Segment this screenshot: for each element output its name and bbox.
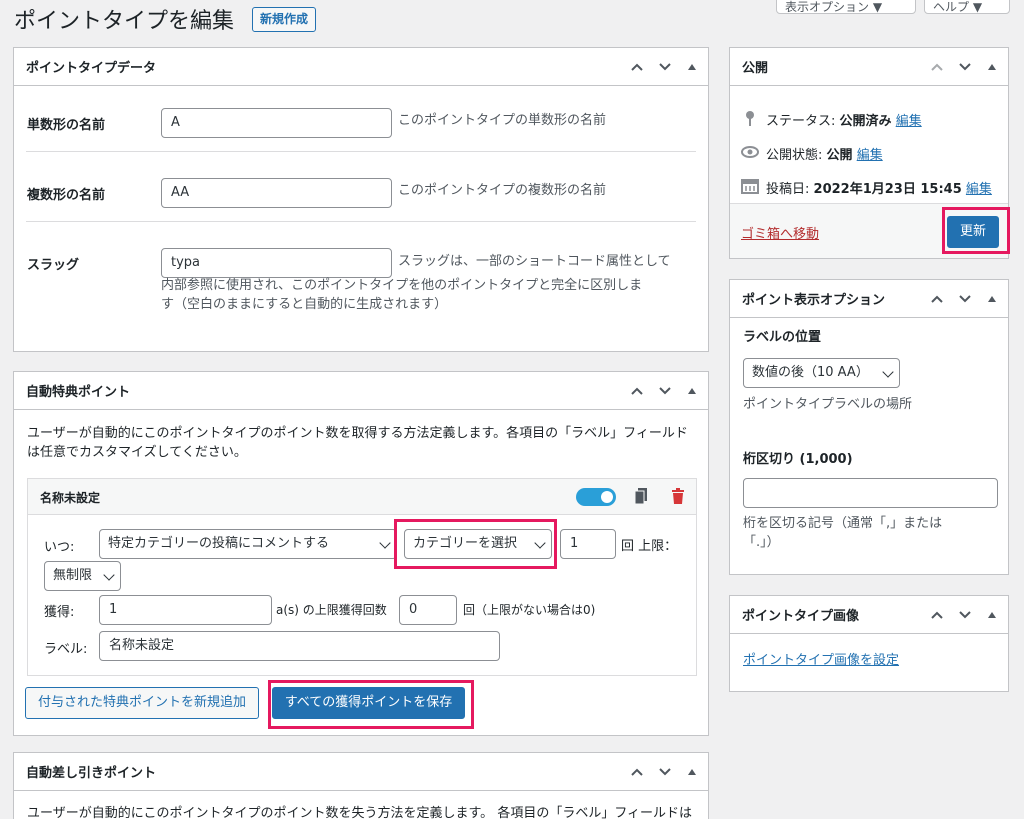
move-down-icon[interactable] bbox=[656, 763, 674, 781]
singular-label: 単数形の名前 bbox=[27, 118, 106, 133]
screen-options-button[interactable]: 表示オプション ▼ bbox=[776, 0, 916, 14]
when-select[interactable]: 特定カテゴリーの投稿にコメントする bbox=[99, 529, 397, 559]
slug-desc-line-1: スラッグは、一部のショートコード属性として bbox=[398, 254, 671, 269]
highlight-box bbox=[394, 519, 557, 569]
move-up-icon[interactable] bbox=[628, 58, 646, 76]
move-down-icon[interactable] bbox=[956, 58, 974, 76]
collapse-toggle-icon[interactable] bbox=[988, 295, 996, 302]
auto-award-desc-1: ユーザーが自動的にこのポイントタイプのポイント数を取得する方法定義します。各項目… bbox=[27, 426, 688, 441]
auto-award-desc-2: は任意でカスタマイズしてください。 bbox=[27, 445, 247, 460]
add-award-button[interactable]: 付与された特典ポイントを新規追加 bbox=[25, 687, 259, 719]
duplicate-icon[interactable] bbox=[634, 487, 648, 509]
times-suffix: 回 上限： bbox=[621, 539, 678, 554]
slug-input[interactable]: typa bbox=[161, 248, 392, 278]
slug-desc-line-2: 内部参照に使用され、このポイントタイプを他のポイントタイプと完全に区別しま bbox=[161, 278, 643, 293]
auto-deduct-desc: ユーザーが自動的にこのポイントタイプのポイント数を失う方法を定義します。 各項目… bbox=[27, 806, 693, 819]
panel-title: 自動差し引きポイント bbox=[26, 766, 157, 781]
move-down-icon[interactable] bbox=[956, 290, 974, 308]
separator-input[interactable] bbox=[743, 478, 998, 508]
display-options-panel: ポイント表示オプション ラベルの位置 数値の後（10 AA） ポイントタイプラベ… bbox=[729, 279, 1009, 575]
calendar-icon bbox=[741, 177, 759, 198]
visibility-edit-link[interactable]: 編集 bbox=[857, 148, 883, 163]
label-label: ラベル: bbox=[44, 642, 88, 657]
pin-icon bbox=[744, 110, 756, 130]
singular-input[interactable]: A bbox=[161, 108, 392, 138]
earn-input[interactable]: 1 bbox=[99, 595, 272, 625]
separator-desc-2: 「.」） bbox=[743, 535, 780, 550]
award-item-title: 名称未設定 bbox=[40, 491, 101, 505]
trash-link[interactable]: ゴミ箱へ移動 bbox=[741, 223, 819, 242]
trash-icon[interactable] bbox=[671, 487, 685, 509]
status-row: ステータス: 公開済み 編集 bbox=[766, 114, 922, 129]
active-toggle[interactable] bbox=[576, 488, 616, 506]
plural-input[interactable]: AA bbox=[161, 178, 392, 208]
collapse-toggle-icon[interactable] bbox=[688, 63, 696, 70]
highlight-box bbox=[942, 207, 1010, 254]
times-input[interactable]: 1 bbox=[560, 529, 616, 559]
award-item: 名称未設定 いつ: 特定カテゴリーの投稿にコメントする カテゴリーを選択 1 回… bbox=[27, 478, 697, 676]
when-label: いつ: bbox=[44, 540, 75, 555]
divider bbox=[26, 151, 696, 152]
panel-title: 公開 bbox=[742, 61, 769, 76]
label-input[interactable]: 名称未設定 bbox=[99, 631, 500, 661]
move-up-icon[interactable] bbox=[628, 382, 646, 400]
eye-icon bbox=[741, 146, 759, 162]
date-edit-link[interactable]: 編集 bbox=[966, 182, 992, 197]
earn-mid-text: a(s) の上限獲得回数 bbox=[276, 603, 387, 617]
move-down-icon[interactable] bbox=[656, 382, 674, 400]
new-button[interactable]: 新規作成 bbox=[252, 7, 317, 32]
status-edit-link[interactable]: 編集 bbox=[896, 114, 922, 129]
set-image-link[interactable]: ポイントタイプ画像を設定 bbox=[743, 649, 899, 668]
date-row: 投稿日: 2022年1月23日 15:45 編集 bbox=[766, 182, 992, 197]
slug-desc-line-3: す（空白のままにすると自動的に生成されます） bbox=[161, 297, 448, 312]
collapse-toggle-icon[interactable] bbox=[988, 63, 996, 70]
panel-title: ポイントタイプ画像 bbox=[742, 609, 860, 624]
divider bbox=[26, 221, 696, 222]
plural-label: 複数形の名前 bbox=[27, 188, 106, 203]
move-down-icon[interactable] bbox=[956, 606, 974, 624]
auto-deduct-panel: 自動差し引きポイント ユーザーが自動的にこのポイントタイプのポイント数を失う方法… bbox=[13, 752, 709, 819]
max-input[interactable]: 0 bbox=[399, 595, 457, 625]
slug-label: スラッグ bbox=[27, 258, 80, 273]
panel-title: ポイントタイプデータ bbox=[26, 61, 157, 76]
plural-desc: このポイントタイプの複数形の名前 bbox=[398, 183, 607, 198]
separator-label: 桁区切り (1,000) bbox=[743, 452, 853, 467]
help-button[interactable]: ヘルプ ▼ bbox=[924, 0, 1010, 14]
visibility-row: 公開状態: 公開 編集 bbox=[766, 148, 883, 163]
highlight-box bbox=[268, 680, 474, 729]
panel-title: ポイント表示オプション bbox=[742, 293, 886, 308]
earn-label: 獲得: bbox=[44, 605, 75, 620]
max-suffix: 回（上限がない場合は0) bbox=[463, 603, 596, 617]
collapse-toggle-icon[interactable] bbox=[688, 387, 696, 394]
label-position-desc: ポイントタイプラベルの場所 bbox=[743, 397, 913, 412]
label-position-select[interactable]: 数値の後（10 AA） bbox=[743, 358, 900, 388]
point-image-panel: ポイントタイプ画像 ポイントタイプ画像を設定 bbox=[729, 595, 1009, 692]
page-title: ポイントタイプを編集 bbox=[14, 9, 235, 34]
point-type-data-panel: ポイントタイプデータ 単数形の名前 A このポイントタイプの単数形の名前 複数形… bbox=[13, 47, 709, 352]
move-up-icon[interactable] bbox=[928, 58, 946, 76]
singular-desc: このポイントタイプの単数形の名前 bbox=[398, 113, 607, 128]
collapse-toggle-icon[interactable] bbox=[688, 768, 696, 775]
separator-desc-1: 桁を区切る記号（通常「,」または bbox=[743, 516, 943, 531]
limit-select[interactable]: 無制限 bbox=[44, 561, 121, 591]
panel-title: 自動特典ポイント bbox=[26, 385, 131, 400]
collapse-toggle-icon[interactable] bbox=[988, 611, 996, 618]
label-position-label: ラベルの位置 bbox=[743, 330, 822, 345]
move-up-icon[interactable] bbox=[628, 763, 646, 781]
move-up-icon[interactable] bbox=[928, 606, 946, 624]
move-down-icon[interactable] bbox=[656, 58, 674, 76]
move-up-icon[interactable] bbox=[928, 290, 946, 308]
